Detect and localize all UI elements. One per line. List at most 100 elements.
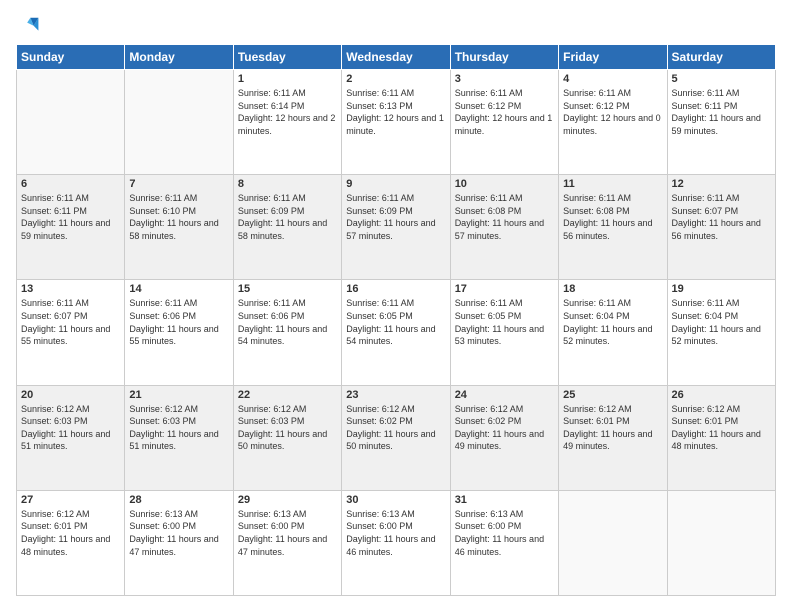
day-detail: Sunrise: 6:11 AMSunset: 6:09 PMDaylight:…: [346, 192, 445, 242]
calendar-week-row: 20 Sunrise: 6:12 AMSunset: 6:03 PMDayligh…: [17, 385, 776, 490]
calendar-day-cell: 1Sunrise: 6:11 AMSunset: 6:14 PMDaylight…: [233, 70, 341, 175]
day-detail: Sunrise: 6:13 AMSunset: 6:00 PMDaylight:…: [346, 508, 445, 558]
calendar-day-cell: 15 Sunrise: 6:11 AMSunset: 6:06 PMDayligh…: [233, 280, 341, 385]
day-number: 25: [563, 389, 662, 401]
day-number: 26: [672, 389, 771, 401]
calendar-day-cell: 13 Sunrise: 6:11 AMSunset: 6:07 PMDayligh…: [17, 280, 125, 385]
day-number: 8: [238, 178, 337, 190]
calendar-day-cell: [17, 70, 125, 175]
day-number: 19: [672, 283, 771, 295]
calendar-day-cell: 6Sunrise: 6:11 AMSunset: 6:11 PMDaylight…: [17, 175, 125, 280]
day-number: 23: [346, 389, 445, 401]
day-detail: Sunrise: 6:11 AMSunset: 6:08 PMDaylight:…: [563, 192, 662, 242]
day-detail: Sunrise: 6:13 AMSunset: 6:00 PMDaylight:…: [238, 508, 337, 558]
calendar-day-cell: 23Sunrise: 6:12 AMSunset: 6:02 PMDayligh…: [342, 385, 450, 490]
calendar-week-row: 6Sunrise: 6:11 AMSunset: 6:11 PMDaylight…: [17, 175, 776, 280]
day-detail: Sunrise: 6:11 AMSunset: 6:11 PMDaylight:…: [21, 192, 120, 242]
weekday-header: Saturday: [667, 45, 775, 70]
calendar-week-row: 13 Sunrise: 6:11 AMSunset: 6:07 PMDayligh…: [17, 280, 776, 385]
weekday-header: Sunday: [17, 45, 125, 70]
calendar-day-cell: 31 Sunrise: 6:13 AMSunset: 6:00 PMDayligh…: [450, 490, 558, 595]
day-number: 4: [563, 73, 662, 85]
day-detail: Sunrise: 6:12 AMSunset: 6:01 PMDaylight:…: [563, 403, 662, 453]
day-detail: Sunrise: 6:11 AMSunset: 6:12 PMDaylight:…: [455, 87, 554, 137]
day-detail: Sunrise: 6:12 AMSunset: 6:03 PMDaylight:…: [21, 403, 120, 453]
day-number: 31: [455, 494, 554, 506]
calendar-day-cell: 16 Sunrise: 6:11 AMSunset: 6:05 PMDayligh…: [342, 280, 450, 385]
day-detail: Sunrise: 6:11 AMSunset: 6:05 PMDaylight:…: [346, 297, 445, 347]
calendar-day-cell: 20 Sunrise: 6:12 AMSunset: 6:03 PMDayligh…: [17, 385, 125, 490]
day-number: 13: [21, 283, 120, 295]
calendar-day-cell: 7 Sunrise: 6:11 AMSunset: 6:10 PMDaylight…: [125, 175, 233, 280]
header: [16, 16, 776, 34]
calendar-day-cell: 30 Sunrise: 6:13 AMSunset: 6:00 PMDayligh…: [342, 490, 450, 595]
day-number: 15: [238, 283, 337, 295]
day-detail: Sunrise: 6:11 AMSunset: 6:10 PMDaylight:…: [129, 192, 228, 242]
calendar-day-cell: 22 Sunrise: 6:12 AMSunset: 6:03 PMDayligh…: [233, 385, 341, 490]
day-detail: Sunrise: 6:11 AMSunset: 6:04 PMDaylight:…: [563, 297, 662, 347]
day-number: 28: [129, 494, 228, 506]
day-number: 2: [346, 73, 445, 85]
weekday-header: Wednesday: [342, 45, 450, 70]
weekday-header: Monday: [125, 45, 233, 70]
day-number: 12: [672, 178, 771, 190]
calendar-day-cell: 2 Sunrise: 6:11 AMSunset: 6:13 PMDaylight…: [342, 70, 450, 175]
calendar-day-cell: 19 Sunrise: 6:11 AMSunset: 6:04 PMDayligh…: [667, 280, 775, 385]
day-number: 20: [21, 389, 120, 401]
calendar-day-cell: 29 Sunrise: 6:13 AMSunset: 6:00 PMDayligh…: [233, 490, 341, 595]
weekday-header: Tuesday: [233, 45, 341, 70]
day-detail: Sunrise: 6:11 AMSunset: 6:06 PMDaylight:…: [129, 297, 228, 347]
day-number: 16: [346, 283, 445, 295]
day-detail: Sunrise: 6:11 AMSunset: 6:06 PMDaylight:…: [238, 297, 337, 347]
calendar-day-cell: 5Sunrise: 6:11 AMSunset: 6:11 PMDaylight…: [667, 70, 775, 175]
calendar-day-cell: 10Sunrise: 6:11 AMSunset: 6:08 PMDayligh…: [450, 175, 558, 280]
weekday-header: Thursday: [450, 45, 558, 70]
day-detail: Sunrise: 6:12 AMSunset: 6:01 PMDaylight:…: [21, 508, 120, 558]
day-number: 30: [346, 494, 445, 506]
calendar-table: SundayMondayTuesdayWednesdayThursdayFrid…: [16, 44, 776, 596]
day-detail: Sunrise: 6:12 AMSunset: 6:02 PMDaylight:…: [455, 403, 554, 453]
day-detail: Sunrise: 6:12 AMSunset: 6:03 PMDaylight:…: [129, 403, 228, 453]
calendar-day-cell: 18 Sunrise: 6:11 AMSunset: 6:04 PMDayligh…: [559, 280, 667, 385]
calendar-day-cell: 26 Sunrise: 6:12 AMSunset: 6:01 PMDayligh…: [667, 385, 775, 490]
day-number: 11: [563, 178, 662, 190]
day-number: 3: [455, 73, 554, 85]
day-detail: Sunrise: 6:11 AMSunset: 6:13 PMDaylight:…: [346, 87, 445, 137]
calendar-day-cell: 12 Sunrise: 6:11 AMSunset: 6:07 PMDayligh…: [667, 175, 775, 280]
day-number: 14: [129, 283, 228, 295]
calendar-day-cell: [559, 490, 667, 595]
day-number: 1: [238, 73, 337, 85]
calendar-week-row: 27Sunrise: 6:12 AMSunset: 6:01 PMDayligh…: [17, 490, 776, 595]
day-detail: Sunrise: 6:11 AMSunset: 6:09 PMDaylight:…: [238, 192, 337, 242]
day-detail: Sunrise: 6:12 AMSunset: 6:01 PMDaylight:…: [672, 403, 771, 453]
day-number: 18: [563, 283, 662, 295]
calendar-page: SundayMondayTuesdayWednesdayThursdayFrid…: [0, 0, 792, 612]
day-number: 7: [129, 178, 228, 190]
calendar-day-cell: 17 Sunrise: 6:11 AMSunset: 6:05 PMDayligh…: [450, 280, 558, 385]
calendar-week-row: 1Sunrise: 6:11 AMSunset: 6:14 PMDaylight…: [17, 70, 776, 175]
calendar-day-cell: 4Sunrise: 6:11 AMSunset: 6:12 PMDaylight…: [559, 70, 667, 175]
day-detail: Sunrise: 6:13 AMSunset: 6:00 PMDaylight:…: [129, 508, 228, 558]
day-detail: Sunrise: 6:11 AMSunset: 6:08 PMDaylight:…: [455, 192, 554, 242]
logo-icon: [16, 16, 40, 34]
day-detail: Sunrise: 6:11 AMSunset: 6:11 PMDaylight:…: [672, 87, 771, 137]
day-detail: Sunrise: 6:11 AMSunset: 6:07 PMDaylight:…: [21, 297, 120, 347]
calendar-day-cell: 25 Sunrise: 6:12 AMSunset: 6:01 PMDayligh…: [559, 385, 667, 490]
day-detail: Sunrise: 6:12 AMSunset: 6:03 PMDaylight:…: [238, 403, 337, 453]
day-detail: Sunrise: 6:11 AMSunset: 6:05 PMDaylight:…: [455, 297, 554, 347]
day-detail: Sunrise: 6:11 AMSunset: 6:04 PMDaylight:…: [672, 297, 771, 347]
day-detail: Sunrise: 6:13 AMSunset: 6:00 PMDaylight:…: [455, 508, 554, 558]
calendar-day-cell: 24Sunrise: 6:12 AMSunset: 6:02 PMDayligh…: [450, 385, 558, 490]
calendar-header-row: SundayMondayTuesdayWednesdayThursdayFrid…: [17, 45, 776, 70]
logo: [16, 16, 40, 34]
day-number: 21: [129, 389, 228, 401]
day-number: 22: [238, 389, 337, 401]
weekday-header: Friday: [559, 45, 667, 70]
day-number: 17: [455, 283, 554, 295]
calendar-day-cell: 8 Sunrise: 6:11 AMSunset: 6:09 PMDaylight…: [233, 175, 341, 280]
day-detail: Sunrise: 6:11 AMSunset: 6:07 PMDaylight:…: [672, 192, 771, 242]
day-number: 29: [238, 494, 337, 506]
calendar-day-cell: 14 Sunrise: 6:11 AMSunset: 6:06 PMDayligh…: [125, 280, 233, 385]
calendar-day-cell: [667, 490, 775, 595]
calendar-day-cell: [125, 70, 233, 175]
